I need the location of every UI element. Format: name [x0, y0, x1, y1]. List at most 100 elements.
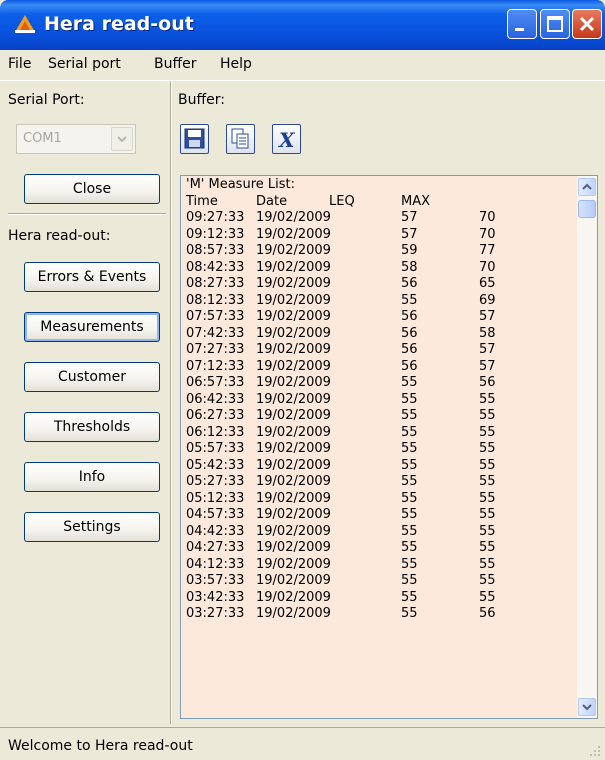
cell-date: 19/02/2009	[256, 243, 331, 258]
cell-leq: 56	[401, 325, 418, 341]
table-row: 05:42:33 19/02/2009 55 55	[183, 458, 573, 475]
close-window-button[interactable]	[572, 9, 602, 39]
cell-max: 55	[479, 408, 496, 423]
scroll-up-icon	[582, 183, 592, 190]
copy-icon	[231, 128, 249, 149]
menu-buffer[interactable]: Buffer	[154, 56, 197, 72]
table-row: 08:12:33 19/02/2009 55 69	[183, 293, 573, 310]
table-row: 07:27:33 19/02/2009 56 57	[183, 342, 573, 359]
cell-max: 55	[479, 556, 496, 572]
status-bar: Welcome to Hera read-out	[0, 727, 605, 760]
scroll-up-button[interactable]	[578, 178, 596, 196]
cell-time: 08:42:33	[186, 259, 245, 275]
cell-date: 19/02/2009	[256, 358, 331, 374]
minimize-button[interactable]	[507, 9, 537, 39]
cell-leq: 55	[401, 523, 418, 539]
cell-leq: 56	[401, 342, 418, 357]
cell-max: 57	[479, 358, 496, 374]
cell-max: 65	[479, 276, 496, 291]
info-button[interactable]: Info	[24, 462, 160, 492]
table-row: 04:27:33 19/02/2009 55 55	[183, 540, 573, 557]
cell-time: 08:12:33	[186, 292, 245, 308]
buffer-textarea[interactable]: 'M' Measure List: Time Date LEQ MAX 09:2…	[180, 175, 598, 719]
close-icon	[579, 16, 595, 32]
cell-date: 19/02/2009	[256, 606, 331, 621]
window-title: Hera read-out	[44, 13, 194, 35]
save-button[interactable]	[180, 124, 209, 154]
cell-max: 55	[479, 441, 496, 456]
title-bar[interactable]: Hera read-out	[0, 0, 605, 50]
cell-max: 55	[479, 507, 496, 522]
menu-help[interactable]: Help	[220, 56, 252, 72]
combo-dropdown-button[interactable]	[111, 127, 133, 151]
table-row: 05:27:33 19/02/2009 55 55	[183, 474, 573, 491]
cell-leq: 56	[401, 358, 418, 374]
table-row: 08:27:33 19/02/2009 56 65	[183, 276, 573, 293]
header-max: MAX	[401, 193, 431, 209]
cell-date: 19/02/2009	[256, 523, 331, 539]
cell-time: 04:57:33	[186, 507, 245, 522]
cell-max: 55	[479, 474, 496, 489]
com-port-select[interactable]: COM1	[16, 124, 136, 154]
errors-events-button[interactable]: Errors & Events	[24, 262, 160, 292]
table-row: 06:27:33 19/02/2009 55 55	[183, 408, 573, 425]
clear-button[interactable]: X	[272, 124, 301, 154]
cell-max: 70	[479, 226, 496, 242]
customer-button[interactable]: Customer	[24, 362, 160, 392]
left-divider	[8, 213, 166, 215]
cell-max: 70	[479, 259, 496, 275]
panel-divider	[170, 82, 172, 724]
cell-time: 07:57:33	[186, 309, 245, 324]
cell-date: 19/02/2009	[256, 226, 331, 242]
table-row: 05:12:33 19/02/2009 55 55	[183, 491, 573, 508]
cell-time: 04:12:33	[186, 556, 245, 572]
cell-date: 19/02/2009	[256, 556, 331, 572]
cell-leq: 55	[401, 507, 418, 522]
buffer-label: Buffer:	[178, 92, 225, 108]
cell-time: 03:42:33	[186, 589, 245, 605]
settings-button[interactable]: Settings	[24, 512, 160, 542]
table-row: 05:57:33 19/02/2009 55 55	[183, 441, 573, 458]
cell-date: 19/02/2009	[256, 391, 331, 407]
cell-time: 04:42:33	[186, 523, 245, 539]
table-row: 09:27:33 19/02/2009 57 70	[183, 210, 573, 227]
cell-max: 56	[479, 606, 496, 621]
menu-bar: File Serial port Buffer Help	[0, 50, 605, 81]
cell-leq: 55	[401, 424, 418, 440]
close-port-button[interactable]: Close	[24, 174, 160, 204]
resize-grip-icon[interactable]	[589, 745, 601, 757]
measurements-button[interactable]: Measurements	[24, 312, 160, 342]
menu-serial-port[interactable]: Serial port	[48, 56, 121, 72]
cell-time: 04:27:33	[186, 540, 245, 555]
svg-text:X: X	[277, 128, 296, 152]
buffer-scrollbar[interactable]	[577, 176, 597, 718]
list-title-text: 'M' Measure List:	[186, 177, 295, 192]
cell-leq: 55	[401, 490, 418, 506]
header-date: Date	[256, 193, 288, 209]
cell-time: 05:42:33	[186, 457, 245, 473]
cell-time: 03:27:33	[186, 606, 245, 621]
table-row: 07:42:33 19/02/2009 56 58	[183, 326, 573, 343]
cell-date: 19/02/2009	[256, 375, 331, 390]
copy-button[interactable]	[226, 124, 255, 154]
header-time: Time	[186, 193, 218, 209]
scroll-down-button[interactable]	[578, 698, 596, 716]
maximize-button[interactable]	[540, 9, 570, 39]
cell-leq: 58	[401, 259, 418, 275]
minimize-icon	[515, 28, 524, 31]
cell-date: 19/02/2009	[256, 210, 331, 225]
scroll-thumb[interactable]	[578, 200, 596, 218]
cell-time: 06:12:33	[186, 424, 245, 440]
menu-file[interactable]: File	[8, 56, 31, 72]
table-row: 04:12:33 19/02/2009 55 55	[183, 557, 573, 574]
cell-leq: 55	[401, 556, 418, 572]
cell-date: 19/02/2009	[256, 276, 331, 291]
scroll-down-icon	[582, 704, 592, 711]
cell-time: 03:57:33	[186, 573, 245, 588]
cell-leq: 55	[401, 292, 418, 308]
cell-date: 19/02/2009	[256, 507, 331, 522]
thresholds-button[interactable]: Thresholds	[24, 412, 160, 442]
table-row: 09:12:33 19/02/2009 57 70	[183, 227, 573, 244]
table-row: 07:57:33 19/02/2009 56 57	[183, 309, 573, 326]
cell-max: 70	[479, 210, 496, 225]
